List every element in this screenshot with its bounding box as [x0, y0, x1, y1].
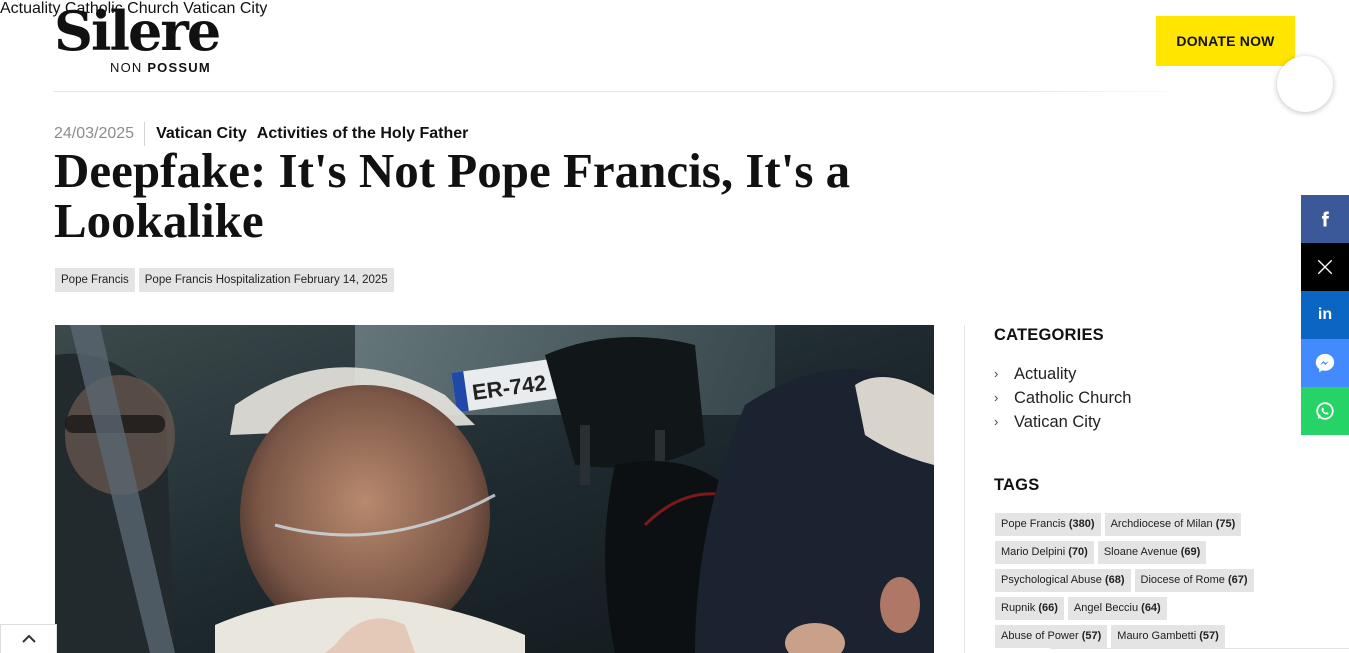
article-tag-chip[interactable]: Pope Francis Hospitalization February 14…	[138, 268, 394, 292]
tags-heading: TAGS	[994, 476, 1040, 494]
chevron-right-icon: ›	[994, 414, 999, 429]
tag-name: Angel Becciu	[1073, 602, 1139, 614]
tag-chip[interactable]: Archdiocese of Milan (75)	[1104, 513, 1242, 536]
tag-name: Psychological Abuse	[1001, 574, 1102, 586]
tag-chip[interactable]: Diocese of Rome (67)	[1134, 569, 1254, 592]
article-hero-image: ER-742	[55, 325, 934, 653]
linkedin-icon: in	[1317, 306, 1333, 323]
tag-name: Archdiocese of Milan	[1110, 518, 1213, 530]
share-bar: in	[1301, 195, 1349, 435]
whatsapp-icon	[1316, 402, 1334, 420]
categories-list: › Actuality › Catholic Church › Vatican Cit…	[994, 362, 1131, 434]
article-tag-chip[interactable]: Pope Francis	[55, 268, 135, 292]
tag-count: (70)	[1068, 546, 1088, 558]
back-to-top-button[interactable]	[0, 624, 57, 653]
tag-name: Pope Francis	[1001, 518, 1066, 530]
tag-name: Sloane Avenue	[1103, 546, 1178, 558]
category-label: Actuality	[1014, 365, 1077, 383]
tag-count: (66)	[1038, 602, 1058, 614]
tag-chip[interactable]: Pope Francis (380)	[995, 513, 1101, 536]
tag-name: Mario Delpini	[1001, 546, 1066, 558]
facebook-icon	[1322, 211, 1329, 227]
logo-wordmark: Silere	[54, 0, 221, 63]
tags-cloud: Pope Francis (380) Archdiocese of Milan …	[995, 513, 1275, 653]
category-item-vatican-city[interactable]: › Vatican City	[994, 410, 1131, 434]
tag-name: Abuse of Power	[1001, 630, 1079, 642]
category-label: Catholic Church	[1014, 389, 1132, 407]
chevron-right-icon: ›	[994, 390, 999, 405]
tag-count: (64)	[1141, 602, 1161, 614]
tag-count: (380)	[1068, 518, 1095, 530]
tag-count: (57)	[1081, 630, 1102, 642]
logo-tagline: NON POSSUM	[110, 60, 211, 75]
facebook-share-button[interactable]	[1301, 195, 1349, 243]
tag-chip[interactable]: Angel Becciu (64)	[1067, 597, 1167, 620]
messenger-icon	[1315, 353, 1335, 373]
logo-tagline-light: NON	[110, 60, 143, 75]
sidebar-divider	[964, 325, 965, 653]
chevron-right-icon: ›	[994, 366, 999, 381]
category-item-catholic-church[interactable]: › Catholic Church	[994, 386, 1131, 410]
tag-name: Rupnik	[1001, 602, 1036, 614]
tag-chip[interactable]: Abuse of Power (57)	[995, 625, 1108, 648]
tag-count: (75)	[1215, 518, 1236, 530]
article-title: Deepfake: It's Not Pope Francis, It's a …	[54, 143, 851, 248]
linkedin-share-button[interactable]: in	[1301, 291, 1349, 339]
tag-count: (69)	[1180, 546, 1201, 558]
tag-name: Diocese of Rome	[1140, 574, 1225, 586]
category-label: Vatican City	[1014, 413, 1101, 431]
header-divider	[54, 91, 1194, 92]
article-category-link[interactable]: Vatican City	[156, 125, 247, 143]
tag-chip[interactable]: Psychological Abuse (68)	[995, 569, 1131, 592]
x-icon	[1317, 259, 1333, 275]
tag-count: (57)	[1199, 630, 1219, 642]
site-logo[interactable]: Silere NON POSSUM	[54, 4, 234, 76]
tag-chip[interactable]: Mario Delpini (70)	[995, 541, 1094, 564]
article-subcategory-link[interactable]: Activities of the Holy Father	[257, 125, 469, 143]
tag-name: Mauro Gambetti	[1117, 630, 1197, 642]
messenger-share-button[interactable]	[1301, 339, 1349, 387]
hero-photo-illustration: ER-742	[55, 325, 934, 653]
article-tags: Pope Francis Pope Francis Hospitalizatio…	[55, 268, 394, 292]
tag-count: (67)	[1227, 574, 1248, 586]
whatsapp-share-button[interactable]	[1301, 387, 1349, 435]
tag-chip[interactable]: Rupnik (66)	[995, 597, 1064, 620]
bottom-divider	[1050, 648, 1349, 649]
nav-item-actuality[interactable]: Actuality	[0, 0, 60, 17]
categories-heading: CATEGORIES	[994, 326, 1104, 344]
tag-chip[interactable]: Sloane Avenue (69)	[1097, 541, 1207, 564]
tag-chip[interactable]: Mauro Gambetti (57)	[1111, 625, 1225, 648]
floating-action-button[interactable]	[1277, 56, 1333, 112]
category-item-actuality[interactable]: › Actuality	[994, 362, 1131, 386]
donate-button[interactable]: DONATE NOW	[1156, 16, 1295, 66]
logo-tagline-bold: POSSUM	[147, 60, 211, 75]
x-share-button[interactable]	[1301, 243, 1349, 291]
tag-count: (68)	[1104, 574, 1125, 586]
chevron-up-icon	[21, 634, 36, 643]
